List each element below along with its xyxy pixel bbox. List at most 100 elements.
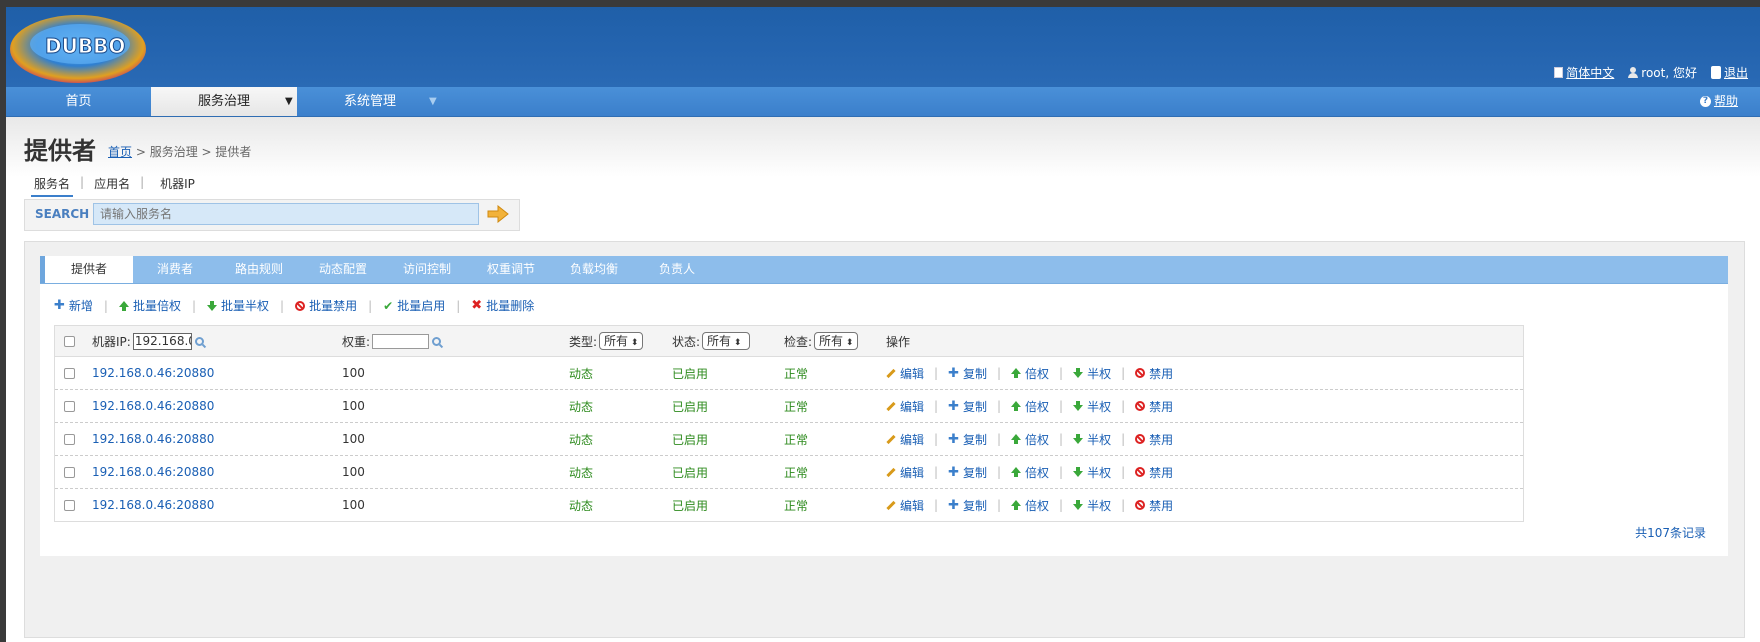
double-weight-button[interactable]: 倍权: [1011, 431, 1049, 448]
half-weight-button[interactable]: 半权: [1073, 497, 1111, 514]
row-checkbox[interactable]: [64, 367, 75, 379]
disable-button[interactable]: 禁用: [1135, 398, 1173, 415]
tab-weights[interactable]: 权重调节: [476, 256, 546, 283]
divider: |: [934, 432, 939, 446]
provider-address-link[interactable]: 192.168.0.46:20880: [92, 489, 214, 521]
row-checkbox[interactable]: [64, 433, 75, 445]
half-weight-button[interactable]: 半权: [1073, 398, 1111, 415]
user-info: root, 您好: [1628, 64, 1697, 81]
arrow-down-icon: [1073, 467, 1084, 477]
row-actions: 编辑 | ✚ 复制 | 倍权 | 半权 | 禁用: [886, 489, 1173, 521]
table-row: 192.168.0.46:20880 100 动态 已启用 正常 编辑 | ✚ 复制…: [55, 456, 1523, 489]
provider-address-link[interactable]: 192.168.0.46:20880: [92, 390, 214, 422]
disable-button[interactable]: 禁用: [1135, 497, 1173, 514]
language-link[interactable]: 简体中文: [1566, 64, 1614, 81]
provider-address-link[interactable]: 192.168.0.46:20880: [92, 456, 214, 488]
tab-routes[interactable]: 路由规则: [224, 256, 294, 283]
ip-filter-input[interactable]: 192.168.0.46: [132, 332, 192, 350]
nav-item-system-management[interactable]: 系统管理 ▼: [297, 87, 443, 116]
tab-access-control[interactable]: 访问控制: [392, 256, 462, 283]
provider-address-link[interactable]: 192.168.0.46:20880: [92, 357, 214, 389]
pencil-icon: [886, 401, 896, 411]
divider: |: [996, 399, 1002, 413]
batch-double-button[interactable]: 批量倍权: [118, 297, 181, 314]
half-label: 半权: [1087, 465, 1112, 480]
half-weight-button[interactable]: 半权: [1073, 464, 1111, 481]
edit-button[interactable]: 编辑: [886, 431, 924, 448]
batch-enable-button[interactable]: ✔ 批量启用: [383, 297, 445, 314]
tab-consumers[interactable]: 消费者: [140, 256, 210, 283]
double-weight-button[interactable]: 倍权: [1011, 497, 1049, 514]
batch-half-button[interactable]: 批量半权: [207, 297, 269, 314]
provider-address-link[interactable]: 192.168.0.46:20880: [92, 423, 214, 455]
check-select[interactable]: 所有: [814, 332, 859, 350]
search-box: SEARCH: [24, 199, 520, 231]
language-switch[interactable]: 简体中文: [1554, 64, 1614, 81]
divider: |: [1059, 399, 1064, 413]
edit-button[interactable]: 编辑: [886, 497, 924, 514]
row-checkbox[interactable]: [64, 499, 75, 511]
weight-value: 100: [342, 432, 365, 446]
help[interactable]: ? 帮助: [1699, 87, 1738, 116]
copy-button[interactable]: ✚ 复制: [948, 365, 987, 382]
tab-load-balance[interactable]: 负载均衡: [559, 256, 629, 283]
half-weight-button[interactable]: 半权: [1073, 431, 1111, 448]
double-weight-button[interactable]: 倍权: [1011, 464, 1049, 481]
type-select[interactable]: 所有: [599, 332, 644, 350]
tab-providers[interactable]: 提供者: [40, 256, 133, 283]
logout-link[interactable]: 退出: [1724, 64, 1748, 81]
check-value: 正常: [784, 432, 809, 447]
arrow-up-icon: [1011, 467, 1022, 477]
divider: |: [996, 432, 1002, 446]
search-icon[interactable]: [194, 336, 204, 346]
edit-button[interactable]: 编辑: [886, 365, 924, 382]
double-weight-button[interactable]: 倍权: [1011, 365, 1049, 382]
batch-delete-button[interactable]: ✖ 批量删除: [471, 297, 534, 314]
divider: |: [996, 498, 1002, 512]
edit-button[interactable]: 编辑: [886, 464, 924, 481]
search-go-button[interactable]: [487, 205, 509, 223]
search-tab-service[interactable]: 服务名: [28, 175, 76, 197]
row-checkbox[interactable]: [64, 466, 75, 478]
copy-button[interactable]: ✚ 复制: [948, 464, 987, 481]
edit-label: 编辑: [900, 432, 925, 447]
select-all-checkbox[interactable]: [64, 335, 75, 347]
weight-filter-input[interactable]: [372, 333, 430, 349]
ip-filter-label: 机器IP:: [92, 334, 131, 349]
search-tab-ip[interactable]: 机器IP: [148, 175, 201, 192]
add-button[interactable]: ✚ 新增: [54, 297, 93, 314]
edit-label: 编辑: [900, 498, 925, 513]
dubbo-logo[interactable]: DUBBO: [8, 11, 160, 91]
breadcrumb-home[interactable]: 首页: [108, 145, 132, 159]
search-tab-application[interactable]: 应用名: [88, 175, 136, 192]
disable-label: 禁用: [1149, 399, 1174, 414]
nav-item-service-governance[interactable]: 服务治理 ▼: [151, 87, 297, 116]
help-link[interactable]: 帮助: [1714, 87, 1738, 116]
tab-dynamic-config[interactable]: 动态配置: [308, 256, 378, 283]
batch-half-label: 批量半权: [221, 299, 270, 313]
edit-button[interactable]: 编辑: [886, 398, 924, 415]
tab-owners[interactable]: 负责人: [649, 256, 705, 283]
status-select[interactable]: 所有: [702, 332, 751, 350]
batch-enable-label: 批量启用: [397, 299, 446, 313]
double-weight-button[interactable]: 倍权: [1011, 398, 1049, 415]
half-weight-button[interactable]: 半权: [1073, 365, 1111, 382]
divider: |: [934, 366, 939, 380]
status-value: 已启用: [672, 498, 709, 513]
copy-button[interactable]: ✚ 复制: [948, 398, 987, 415]
search-icon[interactable]: [432, 336, 442, 346]
search-input[interactable]: [93, 203, 479, 225]
logout[interactable]: 退出: [1710, 64, 1748, 81]
disable-button[interactable]: 禁用: [1135, 464, 1173, 481]
batch-disable-button[interactable]: 批量禁用: [295, 297, 357, 314]
double-label: 倍权: [1025, 399, 1050, 414]
nav-item-home[interactable]: 首页: [6, 87, 151, 116]
half-label: 半权: [1087, 432, 1112, 447]
row-checkbox[interactable]: [64, 400, 75, 412]
copy-button[interactable]: ✚ 复制: [948, 497, 987, 514]
disable-button[interactable]: 禁用: [1135, 365, 1173, 382]
copy-button[interactable]: ✚ 复制: [948, 431, 987, 448]
disable-button[interactable]: 禁用: [1135, 431, 1173, 448]
type-value: 动态: [569, 465, 594, 480]
content: 提供者 首页 > 服务治理 > 提供者 服务名 | 应用名 | 机器IP SEA…: [6, 117, 1760, 642]
